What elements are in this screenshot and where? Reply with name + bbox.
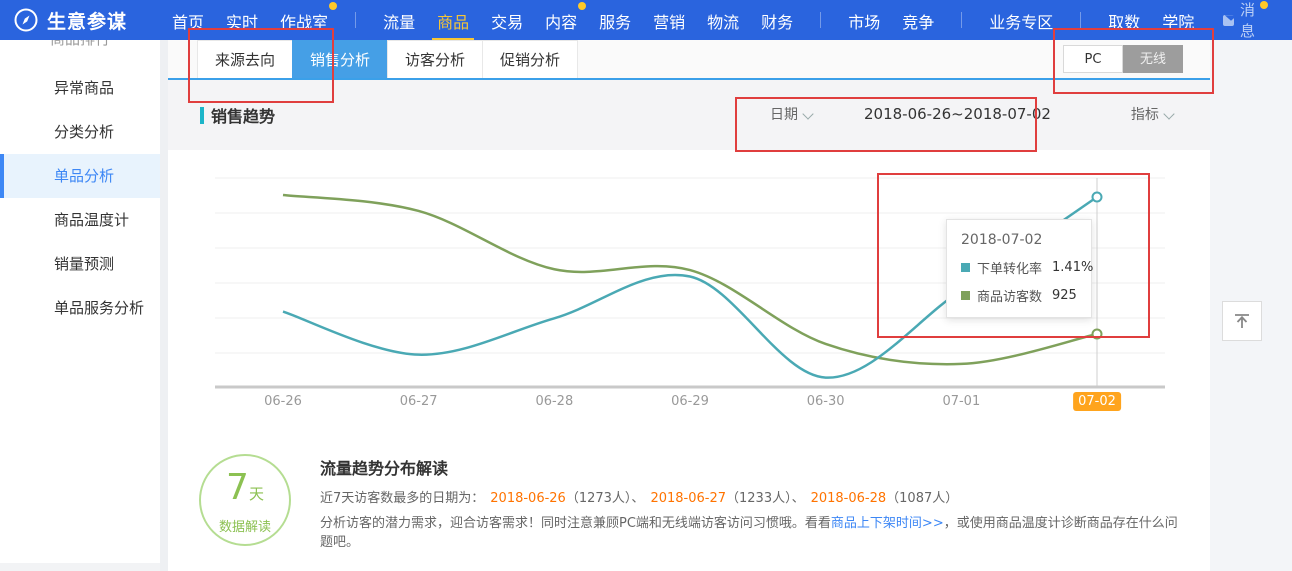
- device-toggle: PC无线: [1063, 45, 1183, 73]
- legend-swatch: [961, 291, 970, 300]
- insight-count: （1087人）: [886, 491, 958, 506]
- nav-item-内容[interactable]: 内容: [540, 0, 582, 41]
- x-axis-label-06-28: 06-28: [535, 394, 573, 409]
- back-to-top-icon: [1232, 311, 1252, 331]
- nav-item-服务[interactable]: 服务: [594, 0, 636, 41]
- notification-dot: [329, 2, 337, 10]
- section-title-marker: [200, 107, 204, 124]
- sidebar-item-销量预测[interactable]: 销量预测: [0, 242, 160, 286]
- date-filter-button[interactable]: 日期: [770, 104, 812, 124]
- nav-item-业务专区[interactable]: 业务专区: [984, 0, 1058, 41]
- nav-item-营销[interactable]: 营销: [648, 0, 690, 41]
- nav-divider: [1080, 12, 1081, 28]
- nav-item-实时[interactable]: 实时: [221, 0, 263, 41]
- sidebar-divider: [160, 40, 168, 571]
- nav-item-市场[interactable]: 市场: [843, 0, 885, 41]
- insight-date: 2018-06-27: [650, 491, 726, 506]
- chart-tooltip: 2018-07-02 下单转化率1.41% 商品访客数925: [946, 219, 1092, 318]
- x-axis-label-07-01: 07-01: [942, 394, 980, 409]
- notification-dot: [578, 2, 586, 10]
- insight-date: 2018-06-28: [811, 491, 887, 506]
- nav-item-商品[interactable]: 商品: [432, 0, 474, 41]
- sidebar-scroll-strip[interactable]: [0, 563, 160, 571]
- sidebar-item-异常商品[interactable]: 异常商品: [0, 66, 160, 110]
- tab-促销分析[interactable]: 促销分析: [482, 40, 578, 78]
- x-axis-label-07-02: 07-02: [1073, 392, 1121, 411]
- chevron-down-icon: [802, 108, 813, 119]
- page: 生意参谋 首页实时作战室 流量商品交易内容服务营销物流财务 市场竞争 业务专区 取数学院…: [0, 0, 1292, 571]
- insight-line1: 近7天访客数最多的日期为：2018-06-26（1273人）、2018-06-2…: [320, 487, 958, 506]
- sidebar-item-clipped[interactable]: 商品排行: [0, 40, 160, 49]
- tab-访客分析[interactable]: 访客分析: [387, 40, 483, 78]
- nav-item-交易[interactable]: 交易: [486, 0, 528, 41]
- nav-item-学院[interactable]: 学院: [1157, 0, 1199, 41]
- nav-divider: [820, 12, 821, 28]
- section-title: 销售趋势: [200, 103, 275, 127]
- sidebar-item-单品分析[interactable]: 单品分析: [0, 154, 160, 198]
- insight-date: 2018-06-26: [490, 491, 566, 506]
- mail-icon: [1223, 15, 1234, 26]
- date-range-value[interactable]: 2018-06-26~2018-07-02: [864, 105, 1051, 123]
- messages-label: 消息: [1240, 0, 1260, 41]
- chart-toolbar: 日期 2018-06-26~2018-07-02 指标 下载: [770, 104, 1257, 124]
- insight-count: （1233人）、: [726, 491, 805, 506]
- metric-filter-button[interactable]: 指标: [1131, 104, 1173, 124]
- toggle-无线[interactable]: 无线: [1123, 45, 1183, 73]
- nav-divider: [355, 12, 356, 28]
- tooltip-row: 商品访客数925: [961, 286, 1077, 305]
- tooltip-row: 下单转化率1.41%: [961, 258, 1077, 277]
- x-axis-label-06-29: 06-29: [671, 394, 709, 409]
- sidebar-item-商品温度计[interactable]: 商品温度计: [0, 198, 160, 242]
- app-title[interactable]: 生意参谋: [47, 7, 127, 34]
- tab-来源去向[interactable]: 来源去向: [197, 40, 293, 78]
- nav-item-流量[interactable]: 流量: [378, 0, 420, 41]
- back-to-top-button[interactable]: [1222, 301, 1262, 341]
- listing-time-link[interactable]: 商品上下架时间>>: [831, 516, 944, 531]
- legend-swatch: [961, 263, 970, 272]
- insight-line2: 分析访客的潜力需求，迎合访客需求！同时注意兼顾PC端和无线端访客访问习惯哦。看看…: [320, 512, 1190, 550]
- nav-item-作战室[interactable]: 作战室: [275, 0, 333, 41]
- tab-销售分析[interactable]: 销售分析: [292, 40, 388, 78]
- chevron-down-icon: [1163, 108, 1174, 119]
- sidebar-item-分类分析[interactable]: 分类分析: [0, 110, 160, 154]
- app-logo-icon[interactable]: [14, 8, 38, 32]
- x-axis-labels: 06-26 06-27 06-28 06-29 06-30 07-01 07-02: [0, 392, 1292, 414]
- nav-item-竞争[interactable]: 竞争: [897, 0, 939, 41]
- insight-badge: 7天 数据解读: [199, 454, 291, 546]
- insight-title: 流量趋势分布解读: [320, 455, 448, 479]
- x-axis-label-06-30: 06-30: [807, 394, 845, 409]
- tooltip-date: 2018-07-02: [961, 232, 1077, 248]
- nav-item-首页[interactable]: 首页: [167, 0, 209, 41]
- x-axis-label-06-27: 06-27: [400, 394, 438, 409]
- sidebar: 商品排行 异常商品分类分析单品分析商品温度计销量预测单品服务分析: [0, 40, 160, 571]
- sidebar-item-单品服务分析[interactable]: 单品服务分析: [0, 286, 160, 330]
- top-navbar: 生意参谋 首页实时作战室 流量商品交易内容服务营销物流财务 市场竞争 业务专区 取数学院…: [0, 0, 1292, 40]
- nav-divider: [961, 12, 962, 28]
- x-axis-label-06-26: 06-26: [264, 394, 302, 409]
- nav-item-物流[interactable]: 物流: [702, 0, 744, 41]
- messages-button[interactable]: 消息: [1223, 0, 1260, 41]
- nav-item-取数[interactable]: 取数: [1103, 0, 1145, 41]
- insight-count: （1273人）、: [566, 491, 645, 506]
- nav-item-财务[interactable]: 财务: [756, 0, 798, 41]
- notification-dot: [1260, 1, 1268, 9]
- toggle-PC[interactable]: PC: [1063, 45, 1123, 73]
